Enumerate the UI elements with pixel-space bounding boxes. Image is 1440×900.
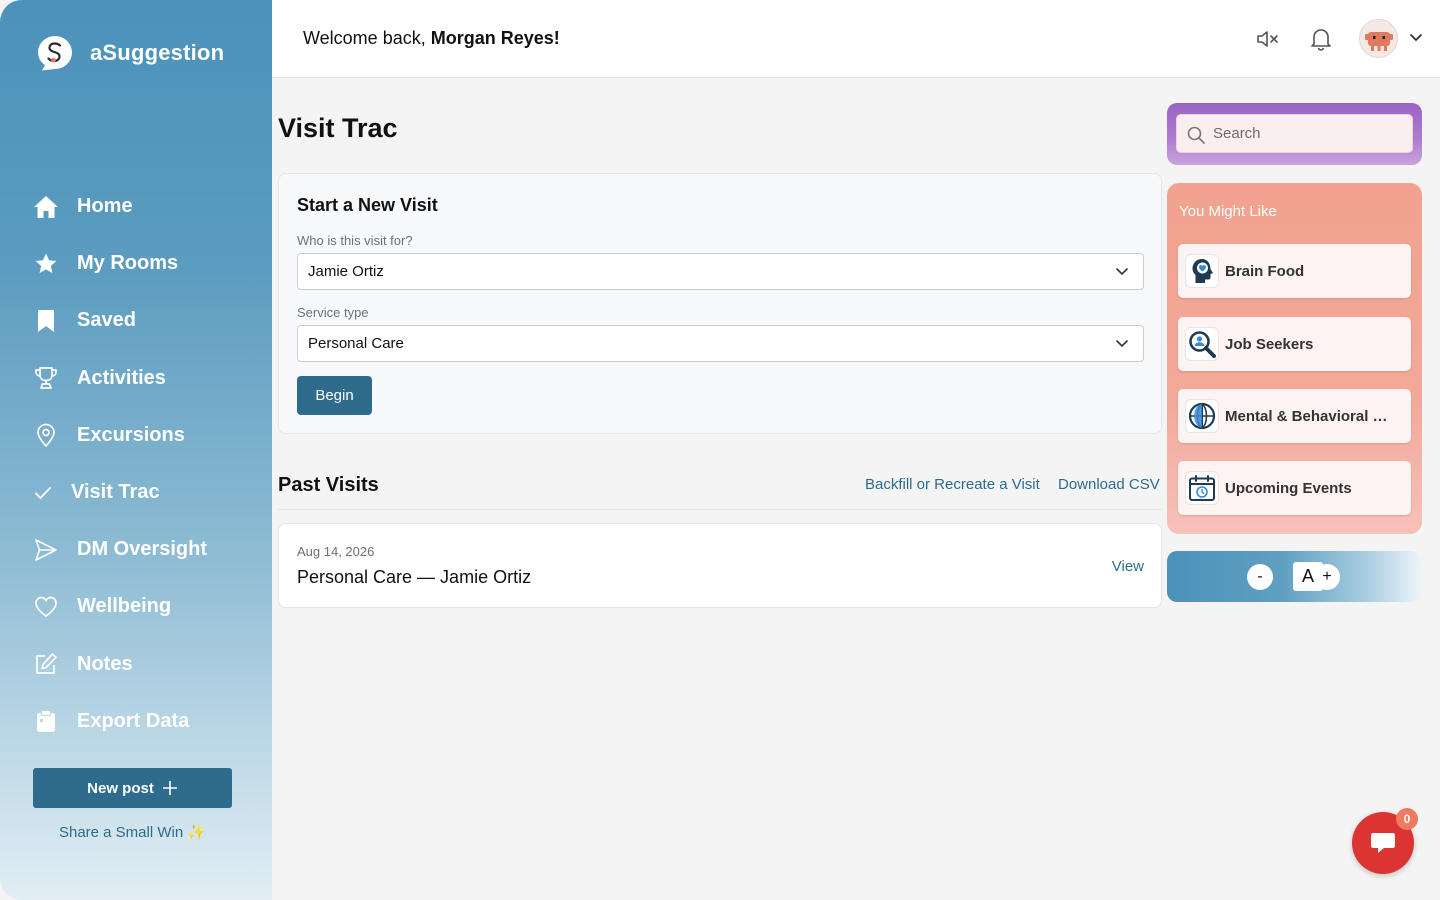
sidebar-item-visit-trac[interactable]: Visit Trac [0,464,272,521]
brand-name: aSuggestion [90,40,225,65]
plus-icon [162,781,177,795]
location-pin-icon [33,422,59,448]
search-icon [1187,126,1205,144]
chevron-down-icon [1116,268,1128,276]
new-visit-card: Start a New Visit Who is this visit for?… [278,173,1162,434]
suggestion-mental-behavioral-health[interactable]: Mental & Behavioral Health [1178,389,1411,443]
clipboard-icon [33,708,59,734]
who-select[interactable]: Jamie Ortiz [297,253,1144,290]
welcome-message: Welcome back, Morgan Reyes! [303,28,560,49]
suggestion-label: Job Seekers [1225,335,1314,353]
trophy-icon [33,365,59,391]
suggestion-label: Brain Food [1225,262,1305,280]
past-visits-title: Past Visits [278,474,379,496]
search-panel [1167,103,1422,165]
sidebar-item-my-rooms[interactable]: My Rooms [0,235,272,292]
globe-brain-icon [1185,399,1219,433]
sidebar-item-home[interactable]: Home [0,178,272,235]
new-post-label: New post [87,779,154,797]
notifications-button[interactable] [1306,24,1336,54]
suggestion-brain-food[interactable]: Brain Food [1178,244,1411,298]
sidebar-item-wellbeing[interactable]: Wellbeing [0,578,272,635]
sidebar-item-label: Activities [77,366,166,389]
suggestion-job-seekers[interactable]: Job Seekers [1178,317,1411,371]
chat-bubble-icon [1371,833,1395,853]
past-visits-divider [278,509,1162,510]
user-name: Morgan Reyes! [430,28,560,48]
download-csv-link[interactable]: Download CSV [1058,476,1160,493]
sidebar-item-excursions[interactable]: Excursions [0,407,272,464]
suggestion-label: Mental & Behavioral Health [1225,407,1395,425]
sidebar-item-label: DM Oversight [77,538,208,561]
service-label: Service type [297,305,369,320]
logo-icon [38,36,72,71]
page-title: Visit Trac [278,113,398,143]
calendar-icon [1185,471,1219,505]
sidebar-nav: Home My Rooms Saved Activities Excursion… [0,178,272,750]
begin-button[interactable]: Begin [297,376,372,415]
you-might-like-title: You Might Like [1179,203,1277,220]
sidebar-item-label: Export Data [77,709,190,732]
font-increase-button[interactable]: + [1314,564,1340,590]
sidebar-item-label: My Rooms [77,252,179,275]
font-size-panel: - A + [1167,551,1422,602]
magnify-person-icon [1185,327,1219,361]
suggestion-label: Upcoming Events [1225,479,1352,497]
share-small-win-link[interactable]: Share a Small Win ✨ [0,823,265,841]
sidebar-item-dm-oversight[interactable]: DM Oversight [0,521,272,578]
sidebar-item-export-data[interactable]: Export Data [0,693,272,750]
brand[interactable]: aSuggestion [36,34,224,72]
bookmark-icon [33,308,59,334]
mute-toggle-button[interactable] [1253,24,1283,54]
sidebar-item-label: Notes [77,652,133,675]
sidebar-item-saved[interactable]: Saved [0,292,272,349]
who-label: Who is this visit for? [297,233,413,248]
speaker-mute-icon [1257,31,1278,47]
sidebar-item-label: Saved [77,309,136,332]
search-input[interactable] [1213,125,1403,142]
sidebar-item-activities[interactable]: Activities [0,350,272,407]
sidebar-item-label: Visit Trac [71,481,160,504]
new-visit-title: Start a New Visit [297,195,438,215]
heart-icon [33,594,59,620]
you-might-like-panel: You Might Like Brain Food Job Seekers Me… [1167,183,1422,534]
suggestion-upcoming-events[interactable]: Upcoming Events [1178,461,1411,515]
new-post-button[interactable]: New post [33,768,232,808]
checkmark-icon [33,480,53,506]
star-icon [33,251,59,277]
bell-icon [1311,29,1331,51]
chevron-down-icon[interactable] [1409,29,1423,47]
service-select-value: Personal Care [308,335,404,352]
font-decrease-button[interactable]: - [1247,564,1273,590]
view-visit-link[interactable]: View [1112,558,1144,575]
send-icon [33,537,59,563]
brain-head-icon [1185,254,1219,288]
backfill-visit-link[interactable]: Backfill or Recreate a Visit [865,476,1040,493]
welcome-prefix: Welcome back, [303,28,431,48]
visit-date: Aug 14, 2026 [297,544,375,559]
sidebar-item-label: Excursions [77,423,185,446]
edit-icon [33,651,59,677]
who-select-value: Jamie Ortiz [308,263,384,280]
avatar[interactable] [1359,19,1398,58]
avatar-creature-icon [1364,31,1393,51]
service-select[interactable]: Personal Care [297,325,1144,362]
top-header: Welcome back, Morgan Reyes! [272,0,1440,78]
search-box[interactable] [1176,114,1413,153]
sidebar-item-notes[interactable]: Notes [0,636,272,693]
home-icon [33,194,59,220]
sidebar-item-label: Home [77,195,133,218]
visit-name: Personal Care — Jamie Ortiz [297,567,532,587]
table-row: Aug 14, 2026 Personal Care — Jamie Ortiz… [278,523,1162,608]
chevron-down-icon [1116,340,1128,348]
sidebar-item-label: Wellbeing [77,595,172,618]
sidebar: aSuggestion Home My Rooms Saved Activiti… [0,0,272,900]
chat-badge: 0 [1396,808,1418,830]
